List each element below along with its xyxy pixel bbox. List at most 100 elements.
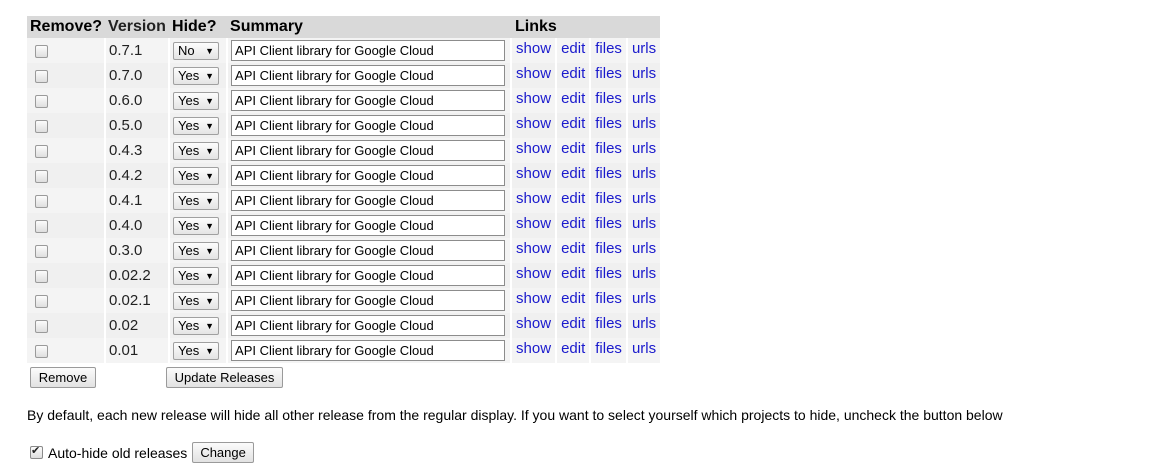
urls-link[interactable]: urls bbox=[628, 188, 660, 213]
summary-input[interactable]: API Client library for Google Cloud bbox=[231, 40, 506, 61]
remove-checkbox[interactable] bbox=[35, 294, 48, 308]
show-link[interactable]: show bbox=[512, 63, 558, 88]
show-link[interactable]: show bbox=[512, 313, 558, 338]
files-link[interactable]: files bbox=[591, 113, 628, 138]
show-link[interactable]: show bbox=[512, 213, 558, 238]
show-link[interactable]: show bbox=[512, 88, 558, 113]
update-releases-button[interactable]: Update Releases bbox=[166, 367, 283, 388]
edit-link[interactable]: edit bbox=[557, 313, 592, 338]
hide-select[interactable]: Yes ▼ bbox=[173, 291, 220, 310]
header-hide: Hide? bbox=[169, 16, 228, 38]
files-link[interactable]: files bbox=[591, 138, 628, 163]
hide-select[interactable]: Yes ▼ bbox=[173, 91, 220, 110]
hide-select-value: Yes bbox=[178, 142, 200, 158]
hide-select[interactable]: Yes ▼ bbox=[173, 166, 220, 185]
files-link[interactable]: files bbox=[591, 188, 628, 213]
files-link[interactable]: files bbox=[591, 238, 628, 263]
remove-checkbox[interactable] bbox=[35, 69, 48, 83]
summary-input[interactable]: API Client library for Google Cloud bbox=[231, 340, 506, 361]
hide-select[interactable]: Yes ▼ bbox=[173, 116, 220, 135]
remove-checkbox[interactable] bbox=[35, 194, 48, 208]
edit-link[interactable]: edit bbox=[557, 88, 592, 113]
urls-link[interactable]: urls bbox=[628, 288, 660, 313]
summary-input[interactable]: API Client library for Google Cloud bbox=[231, 65, 506, 86]
urls-link[interactable]: urls bbox=[628, 63, 660, 88]
show-link[interactable]: show bbox=[512, 163, 558, 188]
summary-input[interactable]: API Client library for Google Cloud bbox=[231, 240, 506, 261]
urls-link[interactable]: urls bbox=[628, 238, 660, 263]
edit-link[interactable]: edit bbox=[557, 163, 592, 188]
files-link[interactable]: files bbox=[591, 38, 628, 63]
edit-link[interactable]: edit bbox=[557, 63, 592, 88]
edit-link[interactable]: edit bbox=[557, 288, 592, 313]
remove-checkbox[interactable] bbox=[35, 144, 48, 158]
show-link[interactable]: show bbox=[512, 113, 558, 138]
summary-input[interactable]: API Client library for Google Cloud bbox=[231, 90, 506, 111]
edit-link[interactable]: edit bbox=[557, 213, 592, 238]
summary-input[interactable]: API Client library for Google Cloud bbox=[231, 315, 506, 336]
summary-input[interactable]: API Client library for Google Cloud bbox=[231, 215, 506, 236]
urls-link[interactable]: urls bbox=[628, 313, 660, 338]
show-link[interactable]: show bbox=[512, 38, 558, 63]
show-link[interactable]: show bbox=[512, 263, 558, 288]
edit-link[interactable]: edit bbox=[557, 263, 592, 288]
files-link[interactable]: files bbox=[591, 63, 628, 88]
urls-link[interactable]: urls bbox=[628, 338, 660, 363]
remove-checkbox[interactable] bbox=[35, 344, 48, 358]
summary-input[interactable]: API Client library for Google Cloud bbox=[231, 165, 506, 186]
urls-link[interactable]: urls bbox=[628, 138, 660, 163]
hide-select-value: Yes bbox=[178, 117, 200, 133]
hide-select[interactable]: No ▼ bbox=[173, 41, 220, 60]
files-link[interactable]: files bbox=[591, 263, 628, 288]
edit-link[interactable]: edit bbox=[557, 188, 592, 213]
summary-input[interactable]: API Client library for Google Cloud bbox=[231, 265, 506, 286]
edit-link[interactable]: edit bbox=[557, 138, 592, 163]
summary-cell: API Client library for Google Cloud bbox=[227, 113, 513, 138]
files-link[interactable]: files bbox=[591, 288, 628, 313]
edit-link[interactable]: edit bbox=[557, 113, 592, 138]
remove-checkbox[interactable] bbox=[35, 269, 48, 283]
files-link[interactable]: files bbox=[591, 163, 628, 188]
hide-select[interactable]: Yes ▼ bbox=[173, 241, 220, 260]
remove-checkbox[interactable] bbox=[35, 44, 48, 58]
summary-input[interactable]: API Client library for Google Cloud bbox=[231, 115, 506, 136]
remove-checkbox[interactable] bbox=[35, 219, 48, 233]
remove-checkbox[interactable] bbox=[35, 119, 48, 133]
show-link[interactable]: show bbox=[512, 138, 558, 163]
remove-checkbox[interactable] bbox=[35, 244, 48, 258]
show-link[interactable]: show bbox=[512, 188, 558, 213]
urls-link[interactable]: urls bbox=[628, 38, 660, 63]
urls-link[interactable]: urls bbox=[628, 113, 660, 138]
summary-input[interactable]: API Client library for Google Cloud bbox=[231, 140, 506, 161]
remove-checkbox[interactable] bbox=[35, 94, 48, 108]
change-button[interactable]: Change bbox=[192, 442, 254, 463]
show-link[interactable]: show bbox=[512, 338, 558, 363]
table-row: 0.7.0 Yes ▼ API Client library for Google C… bbox=[27, 63, 661, 88]
hide-select[interactable]: Yes ▼ bbox=[173, 266, 220, 285]
summary-input[interactable]: API Client library for Google Cloud bbox=[231, 290, 506, 311]
urls-link[interactable]: urls bbox=[628, 88, 660, 113]
hide-select[interactable]: Yes ▼ bbox=[173, 316, 220, 335]
files-link[interactable]: files bbox=[591, 88, 628, 113]
files-link[interactable]: files bbox=[591, 313, 628, 338]
hide-select[interactable]: Yes ▼ bbox=[173, 141, 220, 160]
files-link[interactable]: files bbox=[591, 338, 628, 363]
remove-checkbox[interactable] bbox=[35, 319, 48, 333]
edit-link[interactable]: edit bbox=[557, 38, 592, 63]
hide-select[interactable]: Yes ▼ bbox=[173, 216, 220, 235]
show-link[interactable]: show bbox=[512, 288, 558, 313]
files-link[interactable]: files bbox=[591, 213, 628, 238]
urls-link[interactable]: urls bbox=[628, 213, 660, 238]
urls-link[interactable]: urls bbox=[628, 263, 660, 288]
auto-hide-checkbox[interactable] bbox=[30, 444, 43, 459]
remove-checkbox[interactable] bbox=[35, 169, 48, 183]
edit-link[interactable]: edit bbox=[557, 238, 592, 263]
remove-button[interactable]: Remove bbox=[30, 367, 96, 388]
hide-select[interactable]: Yes ▼ bbox=[173, 341, 220, 360]
show-link[interactable]: show bbox=[512, 238, 558, 263]
urls-link[interactable]: urls bbox=[628, 163, 660, 188]
hide-select[interactable]: Yes ▼ bbox=[173, 66, 220, 85]
edit-link[interactable]: edit bbox=[557, 338, 592, 363]
hide-select[interactable]: Yes ▼ bbox=[173, 191, 220, 210]
summary-input[interactable]: API Client library for Google Cloud bbox=[231, 190, 506, 211]
